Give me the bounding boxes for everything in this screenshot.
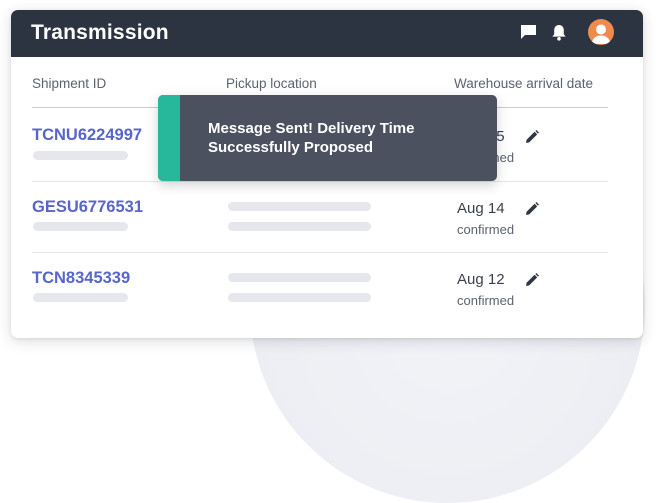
app-header: Transmission [11, 10, 643, 57]
arrival-date: Aug 14 [457, 200, 505, 217]
row-divider [32, 181, 608, 182]
column-header-warehouse-arrival-date[interactable]: Warehouse arrival date [454, 76, 593, 91]
shipment-id-link[interactable]: GESU6776531 [32, 198, 143, 217]
placeholder-bar [33, 151, 128, 160]
arrival-status: confirmed [457, 222, 515, 237]
app-title: Transmission [31, 21, 169, 44]
placeholder-bar [33, 222, 128, 231]
placeholder-bar [228, 293, 371, 302]
placeholder-bar [33, 293, 128, 302]
row-divider [32, 252, 608, 253]
placeholder-bar [228, 202, 371, 211]
pencil-icon[interactable] [524, 272, 540, 288]
toast-accent-bar [158, 95, 180, 181]
arrival-date: Aug 12 [457, 271, 505, 288]
shipment-id-link[interactable]: TCNU6224997 [32, 126, 142, 145]
success-toast[interactable]: Message Sent! Delivery Time Successfully… [158, 95, 497, 181]
chat-icon[interactable] [520, 24, 537, 45]
pencil-icon[interactable] [524, 129, 540, 145]
toast-message: Message Sent! Delivery Time Successfully… [208, 120, 415, 156]
table-row: TCN8345339 Aug 12 confirmed [11, 269, 643, 338]
placeholder-bar [228, 273, 371, 282]
user-avatar[interactable] [588, 19, 614, 45]
bell-icon[interactable] [551, 24, 567, 46]
pencil-icon[interactable] [524, 201, 540, 217]
arrival-status: confirmed [457, 293, 515, 308]
column-header-shipment-id[interactable]: Shipment ID [32, 76, 106, 91]
placeholder-bar [228, 222, 371, 231]
shipment-id-link[interactable]: TCN8345339 [32, 269, 130, 288]
column-header-pickup-location[interactable]: Pickup location [226, 76, 317, 91]
table-row: GESU6776531 Aug 14 confirmed [11, 198, 643, 268]
